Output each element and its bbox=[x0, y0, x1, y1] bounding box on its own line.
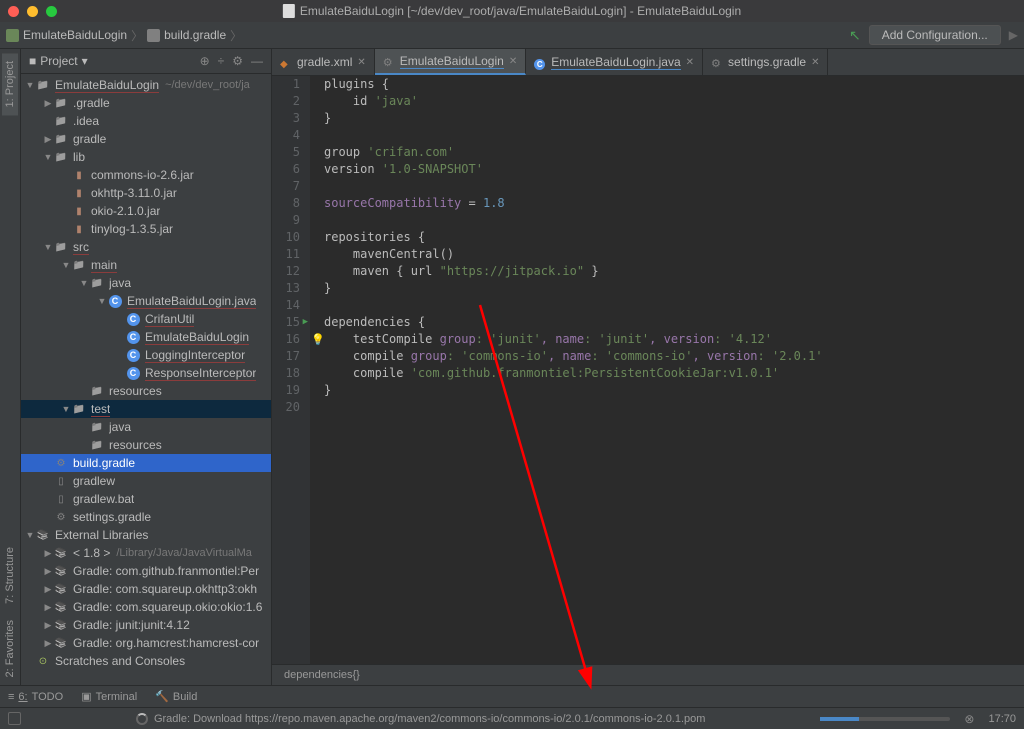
project-panel: ■ Project ▾ ⊕ ÷ ⚙ — EmulateBaiduLogin~/d… bbox=[21, 49, 272, 685]
toolbar-right: ↖ Add Configuration... ▶ bbox=[849, 25, 1018, 45]
progress-bar[interactable] bbox=[820, 717, 950, 721]
left-tool-rail: 1: Project 7: Structure 2: Favorites bbox=[0, 49, 21, 685]
tree-gradlew-bat[interactable]: ▯gradlew.bat bbox=[21, 490, 271, 508]
tree-jar[interactable]: tinylog-1.3.5.jar bbox=[21, 220, 271, 238]
close-icon[interactable]: ✕ bbox=[686, 57, 694, 68]
tree-class[interactable]: LoggingInterceptor bbox=[21, 346, 271, 364]
gradle-icon bbox=[383, 55, 395, 67]
settings-icon[interactable]: ⚙ bbox=[232, 54, 243, 68]
main-area: 1: Project 7: Structure 2: Favorites ■ P… bbox=[0, 49, 1024, 685]
tree-jar[interactable]: commons-io-2.6.jar bbox=[21, 166, 271, 184]
editor-area: gradle.xml✕ EmulateBaiduLogin✕ EmulateBa… bbox=[272, 49, 1024, 685]
editor-breadcrumb[interactable]: dependencies{} bbox=[272, 664, 1024, 685]
breadcrumb-project[interactable]: EmulateBaiduLogin bbox=[6, 28, 127, 42]
close-icon[interactable]: ✕ bbox=[357, 57, 365, 68]
java-icon bbox=[534, 56, 546, 68]
code-content[interactable]: plugins { id 'java' } group 'crifan.com'… bbox=[310, 76, 1024, 664]
tree-idea-dir[interactable]: .idea bbox=[21, 112, 271, 130]
folder-icon bbox=[6, 29, 19, 42]
minimize-button[interactable] bbox=[27, 6, 38, 17]
panel-actions: ⊕ ÷ ⚙ — bbox=[200, 54, 263, 68]
add-configuration-button[interactable]: Add Configuration... bbox=[869, 25, 1001, 45]
gradle-icon bbox=[147, 29, 160, 42]
tree-scratches[interactable]: ⊙Scratches and Consoles bbox=[21, 652, 271, 670]
tool-todo[interactable]: ≡ 6: TODO bbox=[8, 691, 63, 703]
rail-project[interactable]: 1: Project bbox=[2, 53, 18, 115]
gradle-icon bbox=[711, 56, 723, 68]
close-icon[interactable]: ✕ bbox=[509, 56, 517, 67]
tab-settings-gradle[interactable]: settings.gradle✕ bbox=[703, 49, 828, 75]
cancel-button[interactable]: ⊗ bbox=[964, 712, 974, 726]
tree-ext-item[interactable]: Gradle: com.squareup.okio:okio:1.6 bbox=[21, 598, 271, 616]
tree-gradle-dir[interactable]: .gradle bbox=[21, 94, 271, 112]
rail-favorites[interactable]: 2: Favorites bbox=[2, 612, 18, 685]
status-bar: Gradle: Download https://repo.maven.apac… bbox=[0, 707, 1024, 729]
tree-root[interactable]: EmulateBaiduLogin~/dev/dev_root/ja bbox=[21, 76, 271, 94]
gutter[interactable]: 1234 5678 9101112 131415▶ 1617181920 bbox=[272, 76, 310, 664]
tool-terminal[interactable]: ▣ Terminal bbox=[81, 690, 137, 703]
tree-gradle[interactable]: gradle bbox=[21, 130, 271, 148]
maximize-button[interactable] bbox=[46, 6, 57, 17]
intention-bulb-icon[interactable]: 💡 bbox=[311, 331, 325, 348]
tab-gradle-xml[interactable]: gradle.xml✕ bbox=[272, 49, 375, 75]
tree-resources[interactable]: resources bbox=[21, 382, 271, 400]
close-button[interactable] bbox=[8, 6, 19, 17]
tool-build[interactable]: 🔨 Build bbox=[155, 690, 197, 703]
close-icon[interactable]: ✕ bbox=[811, 57, 819, 68]
tree-ext-item[interactable]: Gradle: com.github.franmontiel:Per bbox=[21, 562, 271, 580]
tree-jar[interactable]: okio-2.1.0.jar bbox=[21, 202, 271, 220]
expand-all-icon[interactable]: ÷ bbox=[218, 54, 225, 68]
breadcrumb-file[interactable]: build.gradle bbox=[147, 28, 226, 42]
panel-title[interactable]: ■ Project ▾ bbox=[29, 54, 195, 68]
breadcrumb-sep: 〉 bbox=[131, 27, 143, 44]
tree-class[interactable]: EmulateBaiduLogin bbox=[21, 328, 271, 346]
tab-build-gradle[interactable]: EmulateBaiduLogin✕ bbox=[375, 49, 526, 75]
status-time: 17:70 bbox=[988, 713, 1016, 725]
spinner-icon bbox=[136, 713, 148, 725]
main-toolbar: EmulateBaiduLogin 〉 build.gradle 〉 ↖ Add… bbox=[0, 22, 1024, 49]
tree-java[interactable]: java bbox=[21, 274, 271, 292]
tree-settings-gradle[interactable]: settings.gradle bbox=[21, 508, 271, 526]
window-title: EmulateBaiduLogin [~/dev/dev_root/java/E… bbox=[283, 4, 741, 18]
window-controls bbox=[8, 6, 57, 17]
project-tree[interactable]: EmulateBaiduLogin~/dev/dev_root/ja .grad… bbox=[21, 74, 271, 685]
tree-test-resources[interactable]: resources bbox=[21, 436, 271, 454]
hide-icon[interactable]: — bbox=[251, 54, 263, 68]
tree-src[interactable]: src bbox=[21, 238, 271, 256]
file-icon bbox=[283, 4, 295, 18]
select-opened-icon[interactable]: ⊕ bbox=[200, 54, 210, 68]
tree-main-java-file[interactable]: EmulateBaiduLogin.java bbox=[21, 292, 271, 310]
breadcrumb-sep: 〉 bbox=[230, 27, 242, 44]
tree-ext-item[interactable]: Gradle: com.squareup.okhttp3:okh bbox=[21, 580, 271, 598]
rail-structure[interactable]: 7: Structure bbox=[2, 539, 18, 612]
titlebar: EmulateBaiduLogin [~/dev/dev_root/java/E… bbox=[0, 0, 1024, 22]
tab-java[interactable]: EmulateBaiduLogin.java✕ bbox=[526, 49, 703, 75]
tree-ext-item[interactable]: Gradle: junit:junit:4.12 bbox=[21, 616, 271, 634]
tree-main[interactable]: main bbox=[21, 256, 271, 274]
tool-window-bar: ≡ 6: TODO ▣ Terminal 🔨 Build bbox=[0, 685, 1024, 707]
tree-test-java[interactable]: java bbox=[21, 418, 271, 436]
tree-ext-lib[interactable]: External Libraries bbox=[21, 526, 271, 544]
tree-class[interactable]: ResponseInterceptor bbox=[21, 364, 271, 382]
tree-lib[interactable]: lib bbox=[21, 148, 271, 166]
tree-class[interactable]: CrifanUtil bbox=[21, 310, 271, 328]
editor-tabs: gradle.xml✕ EmulateBaiduLogin✕ EmulateBa… bbox=[272, 49, 1024, 76]
nav-breadcrumb: EmulateBaiduLogin 〉 build.gradle 〉 bbox=[6, 27, 849, 44]
build-icon[interactable]: ↖ bbox=[849, 27, 861, 44]
tree-test[interactable]: test bbox=[21, 400, 271, 418]
tree-gradlew[interactable]: ▯gradlew bbox=[21, 472, 271, 490]
project-panel-header: ■ Project ▾ ⊕ ÷ ⚙ — bbox=[21, 49, 271, 74]
status-window-icon[interactable] bbox=[8, 712, 21, 725]
tree-ext-item[interactable]: Gradle: org.hamcrest:hamcrest-cor bbox=[21, 634, 271, 652]
xml-icon bbox=[280, 56, 292, 68]
tree-build-gradle[interactable]: build.gradle bbox=[21, 454, 271, 472]
run-button[interactable]: ▶ bbox=[1009, 28, 1018, 42]
status-right: ⊗ 17:70 bbox=[820, 712, 1016, 726]
run-gutter-icon[interactable]: ▶ bbox=[303, 314, 308, 331]
tree-jar[interactable]: okhttp-3.11.0.jar bbox=[21, 184, 271, 202]
status-message: Gradle: Download https://repo.maven.apac… bbox=[21, 713, 820, 725]
tree-ext-item[interactable]: < 1.8 >/Library/Java/JavaVirtualMa bbox=[21, 544, 271, 562]
code-editor[interactable]: 1234 5678 9101112 131415▶ 1617181920 plu… bbox=[272, 76, 1024, 664]
